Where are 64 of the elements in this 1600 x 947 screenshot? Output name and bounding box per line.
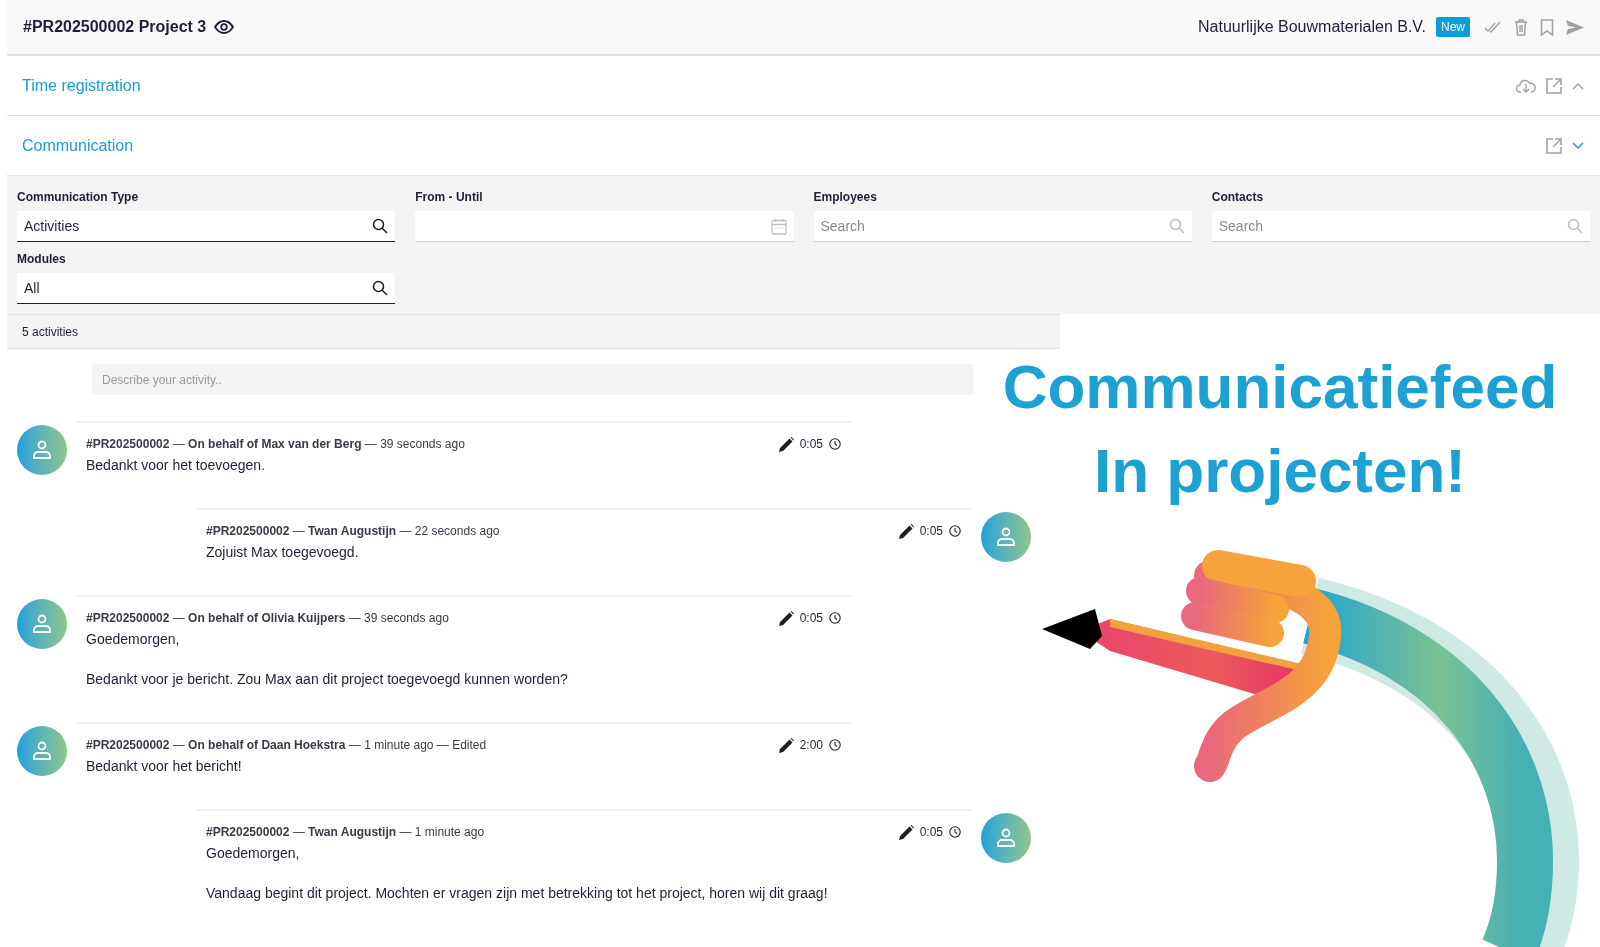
person-icon: [995, 828, 1017, 848]
filter-field[interactable]: Search: [813, 211, 1192, 242]
external-link-icon[interactable]: [1546, 77, 1562, 94]
message-text: Vandaag begint dit project. Mochten er vragen zijn met betrekking tot het project, horen wij dit graag!: [206, 884, 829, 903]
filter-label: Modules: [17, 251, 67, 268]
pencil-icon[interactable]: [778, 436, 794, 452]
duration: 2:00: [799, 737, 823, 754]
clock-icon: [829, 438, 841, 450]
person-icon: [31, 440, 53, 460]
message-text: Goedemorgen,: [206, 844, 301, 863]
bookmark-icon[interactable]: [1540, 18, 1554, 36]
filter-field[interactable]: Search: [1211, 211, 1590, 242]
promo-headline: Communicatiefeed: [1002, 351, 1558, 423]
filter-label: Communication Type: [17, 189, 140, 206]
clock-icon: [829, 612, 841, 624]
pencil-icon[interactable]: [778, 610, 794, 626]
external-link-icon[interactable]: [1546, 137, 1562, 154]
filter-label: Employees: [813, 189, 878, 206]
person-icon: [995, 527, 1017, 547]
filter-label: Contacts: [1211, 189, 1265, 206]
trash-icon[interactable]: [1514, 18, 1528, 36]
clock-icon: [829, 739, 841, 751]
message-meta: #PR202500002 — On behalf of Olivia Kuijpers — 39 seconds ago: [86, 610, 449, 627]
message-text: Bedankt voor het bericht!: [86, 757, 243, 776]
message-text: Goedemorgen,: [86, 630, 181, 649]
cloud-download-icon[interactable]: [1516, 78, 1536, 93]
duration: 0:05: [919, 523, 943, 540]
activity-input[interactable]: Describe your activity..: [92, 364, 973, 395]
calendar-icon[interactable]: [770, 217, 787, 235]
message-text: Bedankt voor je bericht. Zou Max aan dit project toegevoegd kunnen worden?: [86, 670, 569, 689]
promo-headline: In projecten!: [1094, 435, 1466, 507]
duration: 0:05: [799, 436, 823, 453]
chevron-up-icon[interactable]: [1572, 81, 1584, 90]
clock-icon: [949, 525, 961, 537]
message-meta: #PR202500002 — Twan Augustijn — 22 seconds ago: [206, 523, 500, 540]
message-text: Zojuist Max toegevoegd.: [206, 543, 360, 562]
pencil-icon[interactable]: [778, 737, 794, 753]
status-badge: New: [1436, 17, 1470, 37]
filter-field[interactable]: Activities: [17, 211, 396, 242]
section-toggle[interactable]: Time registration: [22, 73, 141, 98]
eye-icon[interactable]: [214, 20, 235, 34]
double-check-icon[interactable]: [1484, 21, 1502, 33]
chevron-down-icon[interactable]: [1572, 141, 1584, 150]
pencil-icon[interactable]: [898, 824, 914, 840]
section-toggle[interactable]: Communication: [22, 133, 134, 158]
message-text: Bedankt voor het toevoegen.: [86, 456, 267, 475]
message-meta: #PR202500002 — Twan Augustijn — 1 minute ago: [206, 824, 485, 841]
record-title: #PR202500002 Project 3: [23, 17, 207, 37]
search-icon[interactable]: [372, 218, 389, 234]
search-icon[interactable]: [372, 280, 389, 296]
activity-count: 5 activities: [22, 323, 79, 341]
filter-label: From - Until: [415, 189, 484, 206]
company-name: Natuurlijke Bouwmaterialen B.V.: [1198, 17, 1426, 37]
filter-field[interactable]: [415, 211, 794, 242]
send-icon[interactable]: [1566, 19, 1584, 35]
person-icon: [31, 741, 53, 761]
duration: 0:05: [799, 610, 823, 627]
message-meta: #PR202500002 — On behalf of Max van der Berg — 39 seconds ago: [86, 436, 465, 453]
clock-icon: [949, 826, 961, 838]
pencil-icon[interactable]: [898, 523, 914, 539]
person-icon: [31, 614, 53, 634]
filter-field[interactable]: All: [17, 273, 396, 304]
duration: 0:05: [919, 824, 943, 841]
message-meta: #PR202500002 — On behalf of Daan Hoekstra — 1 minute ago — Edited: [86, 737, 487, 754]
